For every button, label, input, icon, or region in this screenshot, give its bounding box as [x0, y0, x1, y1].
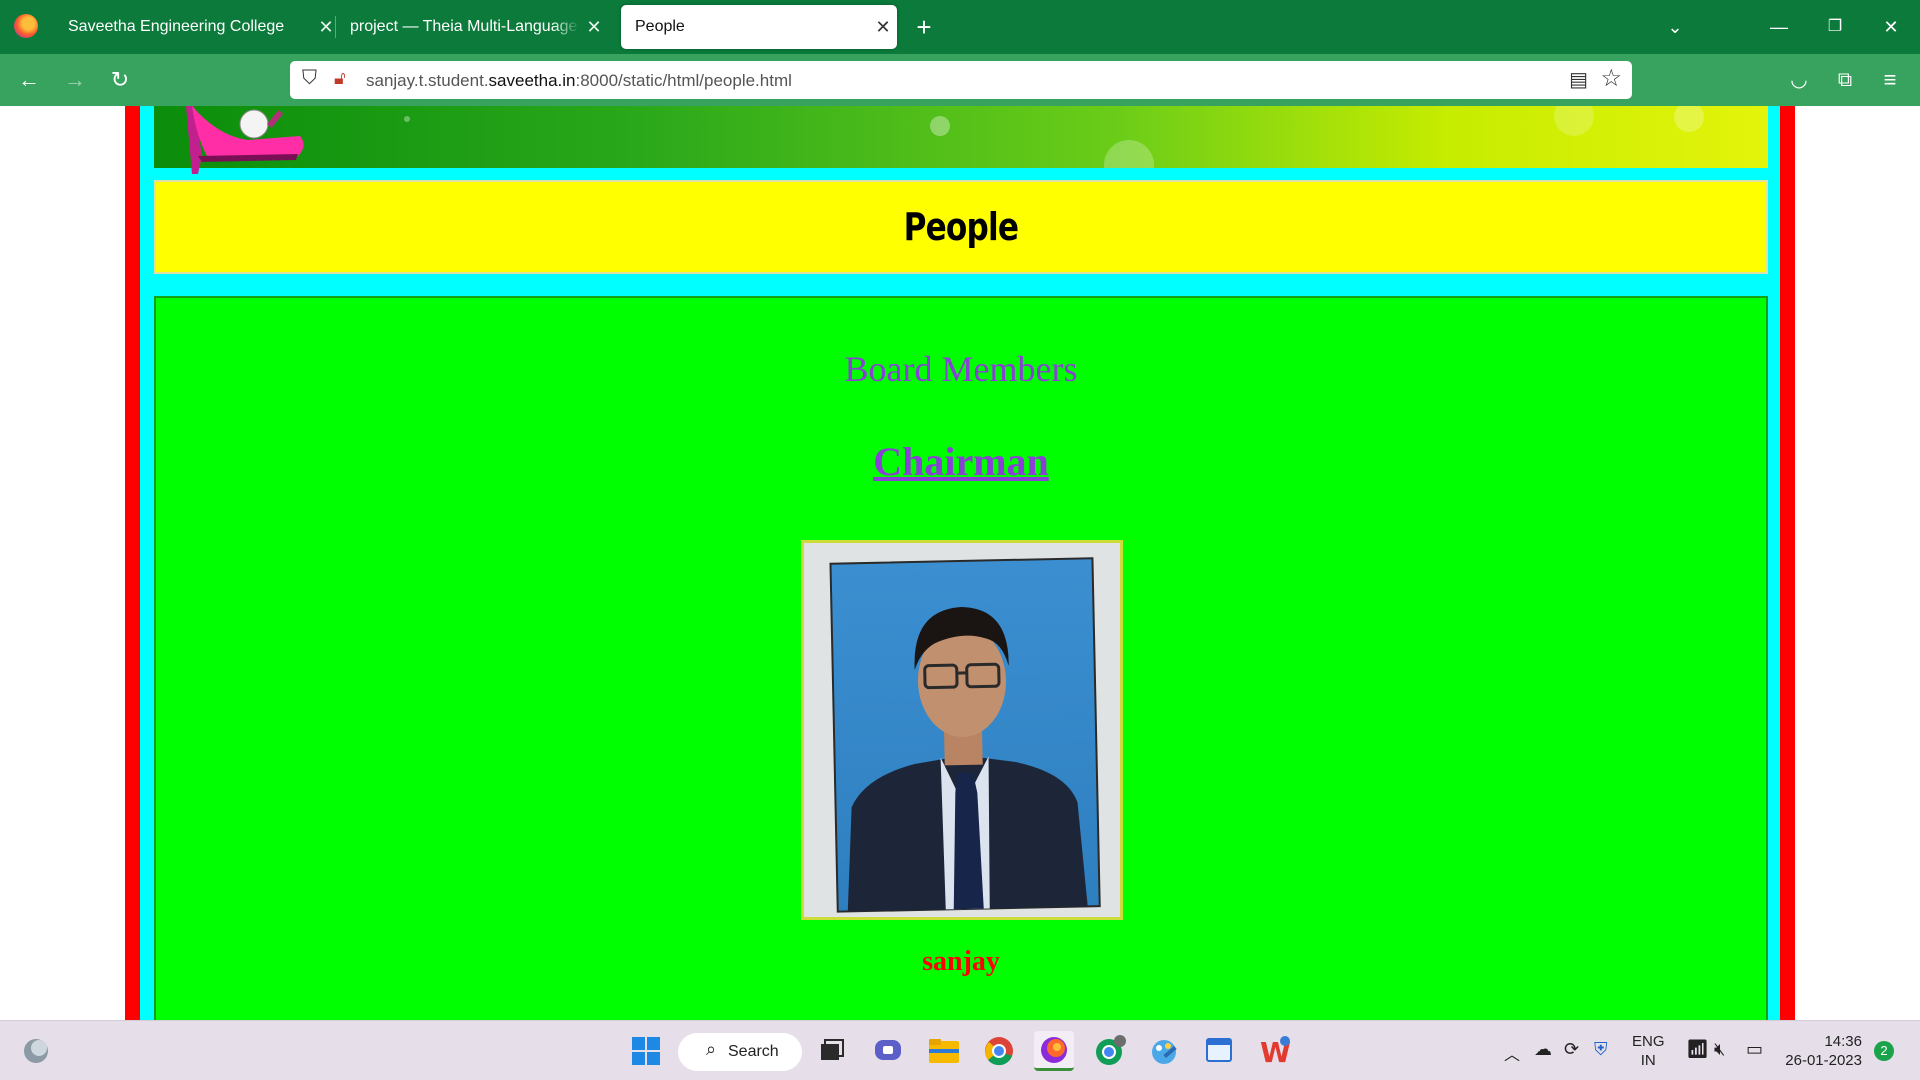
high-heel-shoe-logo	[186, 106, 304, 174]
speaker-muted-icon[interactable]: 🔇︎	[1714, 1039, 1725, 1060]
wps-office-icon[interactable]: W	[1254, 1031, 1294, 1071]
pocket-icon[interactable]: ◡	[1782, 64, 1816, 96]
tab-project[interactable]: project — Theia Multi-Language Explorer …	[336, 5, 608, 49]
close-tab-icon[interactable]: ✕	[869, 17, 897, 38]
shield-icon[interactable]: ⛉	[302, 67, 317, 90]
list-all-tabs-icon[interactable]: ⌄	[1658, 12, 1692, 42]
header-banner	[154, 106, 1768, 168]
show-hidden-icons-chevron[interactable]: ︿	[1504, 1041, 1520, 1065]
insecure-lock-icon[interactable]: 🔓︎	[334, 68, 346, 89]
page-title-box: People	[154, 180, 1768, 274]
close-tab-icon[interactable]: ✕	[580, 17, 608, 38]
teams-chat-icon[interactable]	[868, 1031, 908, 1071]
widgets-icon[interactable]	[16, 1031, 56, 1071]
sync-icon[interactable]: ⟳	[1564, 1039, 1579, 1060]
page-title: People	[903, 205, 1019, 249]
chrome-icon[interactable]	[979, 1031, 1019, 1071]
bookmark-star-icon[interactable]: ☆	[1600, 64, 1622, 93]
language-line1: ENG	[1632, 1033, 1665, 1050]
member-name: sanjay	[922, 946, 1000, 977]
tab-people[interactable]: People ✕	[621, 5, 897, 49]
new-tab-button[interactable]: +	[907, 12, 941, 42]
file-explorer-icon[interactable]	[924, 1031, 964, 1071]
url-host: saveetha.in	[488, 71, 576, 90]
address-bar[interactable]: ⛉ 🔓︎ sanjay.t.student.saveetha.in:8000/s…	[290, 61, 1632, 99]
clock-time: 14:36	[1824, 1033, 1862, 1050]
onedrive-cloud-icon[interactable]: ☁	[1534, 1039, 1552, 1060]
tab-title: People	[635, 18, 685, 35]
close-window-icon[interactable]: ✕	[1868, 12, 1914, 42]
tab-title: Saveetha Engineering College	[68, 18, 285, 35]
snipping-tool-icon[interactable]	[1199, 1031, 1239, 1071]
extensions-icon[interactable]: ⧉	[1828, 64, 1862, 96]
search-icon: ⌕	[706, 1039, 717, 1059]
chrome-profile-icon[interactable]	[1090, 1031, 1130, 1071]
language-indicator[interactable]: ENG IN	[1632, 1032, 1665, 1070]
notification-badge[interactable]: 2	[1874, 1041, 1894, 1061]
forward-arrow-icon[interactable]: →	[58, 64, 92, 96]
taskbar-search[interactable]: ⌕ Search	[678, 1033, 802, 1071]
security-shield-icon[interactable]: ⛨	[1594, 1039, 1608, 1060]
task-view-icon[interactable]	[812, 1031, 852, 1071]
chairman-photo	[801, 540, 1123, 920]
battery-icon[interactable]: ▭	[1746, 1039, 1763, 1060]
chairman-link[interactable]: Chairman	[156, 438, 1766, 485]
tab-title: project — Theia Multi-Language Explorer	[350, 18, 580, 35]
browser-nav-bar: ← → ↻ ⛉ 🔓︎ sanjay.t.student.saveetha.in:…	[0, 54, 1920, 106]
taskbar: ⌕ Search W ︿ ☁ ⟳ ⛨ ENG IN 📶︎ 🔇︎ ▭ 14:36 …	[0, 1020, 1920, 1080]
menu-icon[interactable]: ≡	[1873, 64, 1907, 96]
clock-date: 26-01-2023	[1785, 1052, 1862, 1069]
paint-icon[interactable]	[1144, 1031, 1184, 1071]
url-suffix: :8000/static/html/people.html	[575, 71, 792, 90]
url-prefix: sanjay.t.student.	[366, 71, 489, 90]
firefox-taskbar-icon[interactable]	[1034, 1031, 1074, 1071]
windows-start-icon[interactable]	[626, 1031, 666, 1071]
clock[interactable]: 14:36 26-01-2023	[1784, 1032, 1862, 1070]
url-text[interactable]: sanjay.t.student.saveetha.in:8000/static…	[366, 71, 792, 91]
browser-tab-bar: Saveetha Engineering College ✕ project —…	[0, 0, 1920, 54]
minimize-icon[interactable]: —	[1756, 12, 1802, 42]
language-line2: IN	[1640, 1052, 1656, 1069]
restore-icon[interactable]: ❐	[1812, 12, 1858, 42]
firefox-icon[interactable]	[14, 14, 38, 38]
reader-view-icon[interactable]: ▤	[1569, 67, 1588, 92]
tab-saveetha[interactable]: Saveetha Engineering College ✕	[54, 5, 340, 49]
back-arrow-icon[interactable]: ←	[12, 64, 46, 96]
reload-icon[interactable]: ↻	[103, 64, 137, 96]
board-members-panel: Board Members Chairman sanjay	[154, 296, 1768, 1020]
wifi-icon[interactable]: 📶︎	[1686, 1039, 1709, 1060]
page-viewport: People Board Members Chairman sanjay	[0, 106, 1920, 1020]
taskbar-search-label: Search	[728, 1043, 779, 1060]
section-heading: Board Members	[844, 349, 1078, 389]
